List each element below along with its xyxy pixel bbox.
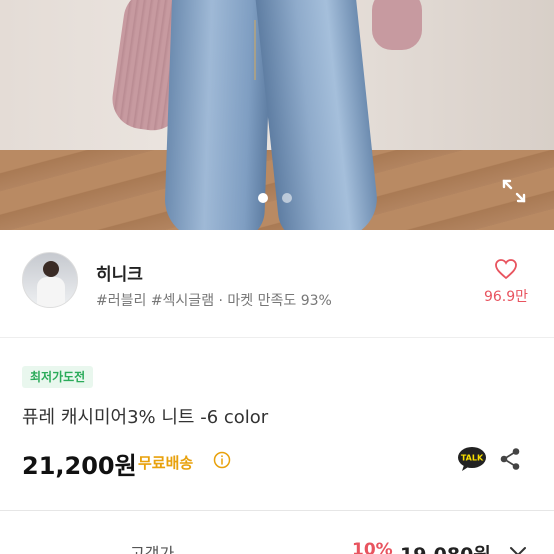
customer-price-label: 고객가 — [130, 544, 175, 554]
carousel-dots — [258, 193, 292, 203]
lowest-price-badge: 최저가도전 — [22, 366, 94, 388]
seller-section: 히니크 #러블리 #섹시글램 · 마켓 만족도 93% 96.9만 — [0, 230, 554, 338]
carousel-dot-1[interactable] — [258, 193, 268, 203]
heart-icon — [495, 259, 517, 280]
expand-icon[interactable] — [500, 177, 528, 205]
like-button[interactable]: 96.9만 — [478, 258, 534, 306]
product-image-carousel[interactable] — [0, 0, 554, 230]
product-title: 퓨레 캐시미어3% 니트 -6 color — [22, 407, 269, 428]
talk-label: TALK — [461, 454, 484, 463]
free-shipping-label: 무료배송 — [138, 454, 194, 472]
avatar-figure-head — [43, 261, 59, 277]
chevron-down-icon[interactable] — [508, 546, 528, 554]
info-icon[interactable] — [213, 451, 231, 469]
product-photo-sweater-sleeve — [372, 0, 422, 50]
sale-price: 19,080원 — [400, 540, 491, 554]
customer-price-row[interactable]: 고객가 10% 19,080원 — [0, 512, 554, 554]
avatar-figure-body — [37, 277, 65, 307]
seller-avatar[interactable] — [22, 252, 78, 308]
product-price: 21,200원 — [22, 452, 137, 480]
talk-icon[interactable]: TALK — [457, 446, 487, 472]
share-icon[interactable] — [499, 447, 521, 471]
discount-rate: 10% — [352, 540, 393, 554]
section-divider — [0, 510, 554, 511]
seller-name[interactable]: 히니크 — [96, 260, 143, 285]
like-count: 96.9만 — [483, 289, 529, 305]
carousel-dot-2[interactable] — [282, 193, 292, 203]
product-photo-seam — [254, 20, 284, 80]
seller-tags: #러블리 #섹시글램 · 마켓 만족도 93% — [96, 293, 332, 309]
